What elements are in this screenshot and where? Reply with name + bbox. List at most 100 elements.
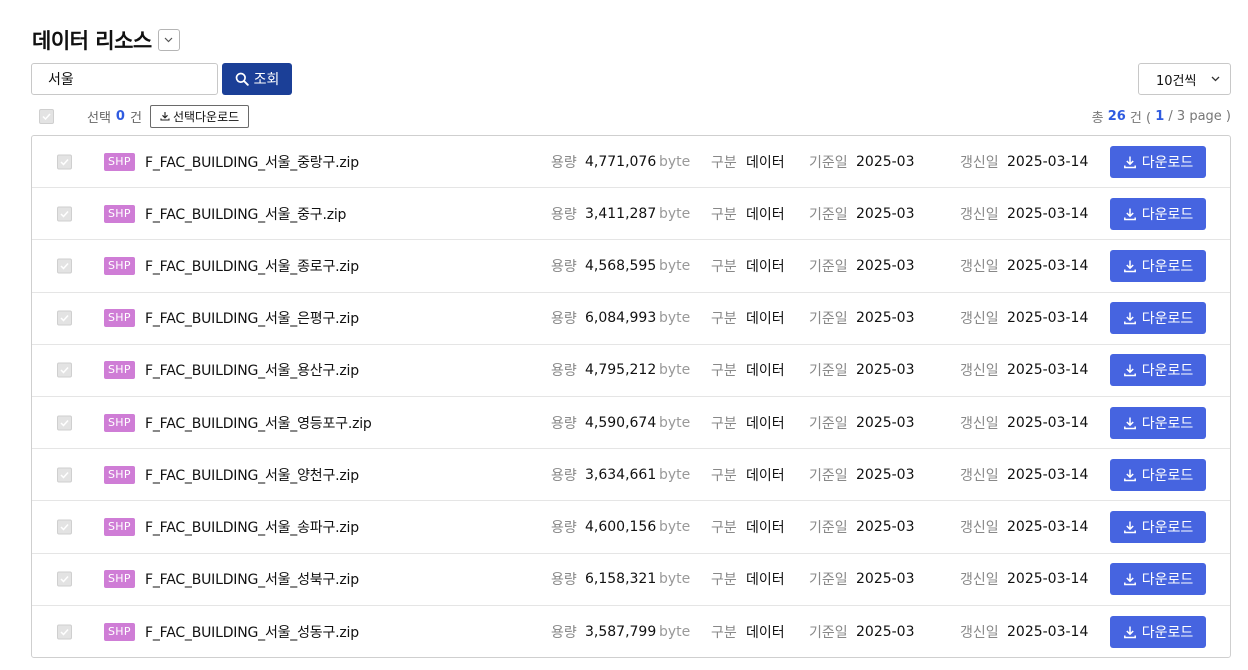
list-item: SHP F_FAC_BUILDING_서울_은평구.zip 용량 6,084,993 b… [32,293,1230,345]
download-label: 다운로드 [1141,154,1194,171]
type-value: 데이터 [746,572,785,589]
updated-label: 갱신일 [960,363,999,380]
page-size-select[interactable]: 10건씩 [1138,63,1231,95]
format-badge: SHP [104,570,135,589]
list-item: SHP F_FAC_BUILDING_서울_용산구.zip 용량 4,795,212 b… [32,345,1230,397]
size-unit: byte [659,153,691,170]
check-icon [60,576,69,583]
selection-label: 선택 [87,110,111,126]
updated-value: 2025-03-14 [1007,205,1089,222]
search-button-label: 조회 [253,72,280,88]
row-checkbox[interactable] [57,154,72,170]
list-item: SHP F_FAC_BUILDING_서울_송파구.zip 용량 4,600,156 b… [32,501,1230,554]
type-value: 데이터 [746,415,785,432]
download-button[interactable]: 다운로드 [1110,354,1206,387]
file-name: F_FAC_BUILDING_서울_중구.zip [145,206,347,223]
download-label: 다운로드 [1141,624,1194,641]
size-unit: byte [659,310,691,327]
download-icon [1123,417,1136,429]
title-dropdown-toggle[interactable] [157,29,180,51]
size-label: 용량 [551,154,577,171]
download-icon [1123,260,1136,273]
row-checkbox[interactable] [57,415,72,431]
download-button[interactable]: 다운로드 [1110,458,1206,491]
download-button[interactable]: 다운로드 [1110,197,1206,230]
row-checkbox[interactable] [57,362,72,378]
selected-download-label: 선택다운로드 [172,109,240,124]
base-date-label: 기준일 [809,519,848,536]
updated-label: 갱신일 [960,258,999,275]
size-label: 용량 [551,363,577,380]
base-date-value: 2025-03 [856,310,915,327]
type-label: 구분 [711,624,737,641]
download-button[interactable]: 다운로드 [1110,249,1206,282]
base-date-value: 2025-03 [856,466,915,483]
base-date-label: 기준일 [809,363,848,380]
row-checkbox[interactable] [57,467,72,483]
current-page: 1 [1155,108,1165,124]
search-icon [235,72,249,86]
format-badge: SHP [104,152,135,171]
row-checkbox[interactable] [57,258,72,274]
size-unit: byte [659,518,691,535]
download-icon [1123,573,1136,586]
download-button[interactable]: 다운로드 [1110,302,1206,335]
size-value: 6,084,993 [585,310,657,327]
format-badge: SHP [104,309,135,328]
check-icon [60,158,69,166]
base-date-value: 2025-03 [856,518,915,535]
base-date-label: 기준일 [809,311,848,328]
check-icon [60,419,69,427]
download-button[interactable]: 다운로드 [1110,615,1206,648]
size-label: 용량 [551,311,577,328]
row-checkbox[interactable] [57,519,72,535]
file-name: F_FAC_BUILDING_서울_종로구.zip [145,258,359,275]
selection-count: 0 [115,108,125,124]
download-button[interactable]: 다운로드 [1110,145,1206,178]
download-label: 다운로드 [1141,467,1194,484]
row-checkbox[interactable] [57,571,72,587]
file-name: F_FAC_BUILDING_서울_성북구.zip [145,572,359,589]
type-value: 데이터 [746,624,785,641]
size-value: 4,795,212 [585,362,657,379]
updated-label: 갱신일 [960,519,999,536]
total-unit: 건 ( [1125,110,1156,126]
size-value: 4,568,595 [585,257,657,274]
type-value: 데이터 [746,519,785,536]
type-value: 데이터 [746,363,785,380]
type-label: 구분 [711,572,737,589]
updated-label: 갱신일 [960,415,999,432]
search-button[interactable]: 조회 [222,63,292,95]
type-value: 데이터 [746,467,785,484]
title-row: 데이터 리소스 [32,26,180,54]
download-button[interactable]: 다운로드 [1110,406,1206,439]
format-badge: SHP [104,413,135,432]
row-checkbox[interactable] [57,310,72,326]
file-name: F_FAC_BUILDING_서울_용산구.zip [145,363,359,380]
size-value: 3,587,799 [585,623,657,640]
download-icon [1123,626,1136,639]
download-label: 다운로드 [1141,311,1194,328]
list-item: SHP F_FAC_BUILDING_서울_중랑구.zip 용량 4,771,076 b… [32,136,1230,189]
download-button[interactable]: 다운로드 [1110,563,1206,596]
total-summary: 총 26 건 ( 1 / 3 page ) [1092,104,1231,128]
check-icon [60,262,69,270]
updated-label: 갱신일 [960,154,999,171]
download-label: 다운로드 [1141,258,1194,275]
check-icon [60,315,69,322]
select-all-checkbox[interactable] [39,108,54,124]
base-date-label: 기준일 [809,572,848,589]
row-checkbox[interactable] [57,206,72,222]
check-icon [60,210,69,218]
size-label: 용량 [551,572,577,589]
check-icon [60,471,69,479]
check-icon [60,628,69,636]
base-date-value: 2025-03 [856,414,915,431]
selected-download-button[interactable]: 선택다운로드 [149,104,250,128]
list-item: SHP F_FAC_BUILDING_서울_성동구.zip 용량 3,587,799 b… [32,606,1230,658]
download-icon [160,112,170,121]
download-button[interactable]: 다운로드 [1110,510,1206,543]
row-checkbox[interactable] [57,624,72,640]
list-item: SHP F_FAC_BUILDING_서울_영등포구.zip 용량 4,590,674… [32,397,1230,450]
search-input[interactable] [31,63,218,95]
